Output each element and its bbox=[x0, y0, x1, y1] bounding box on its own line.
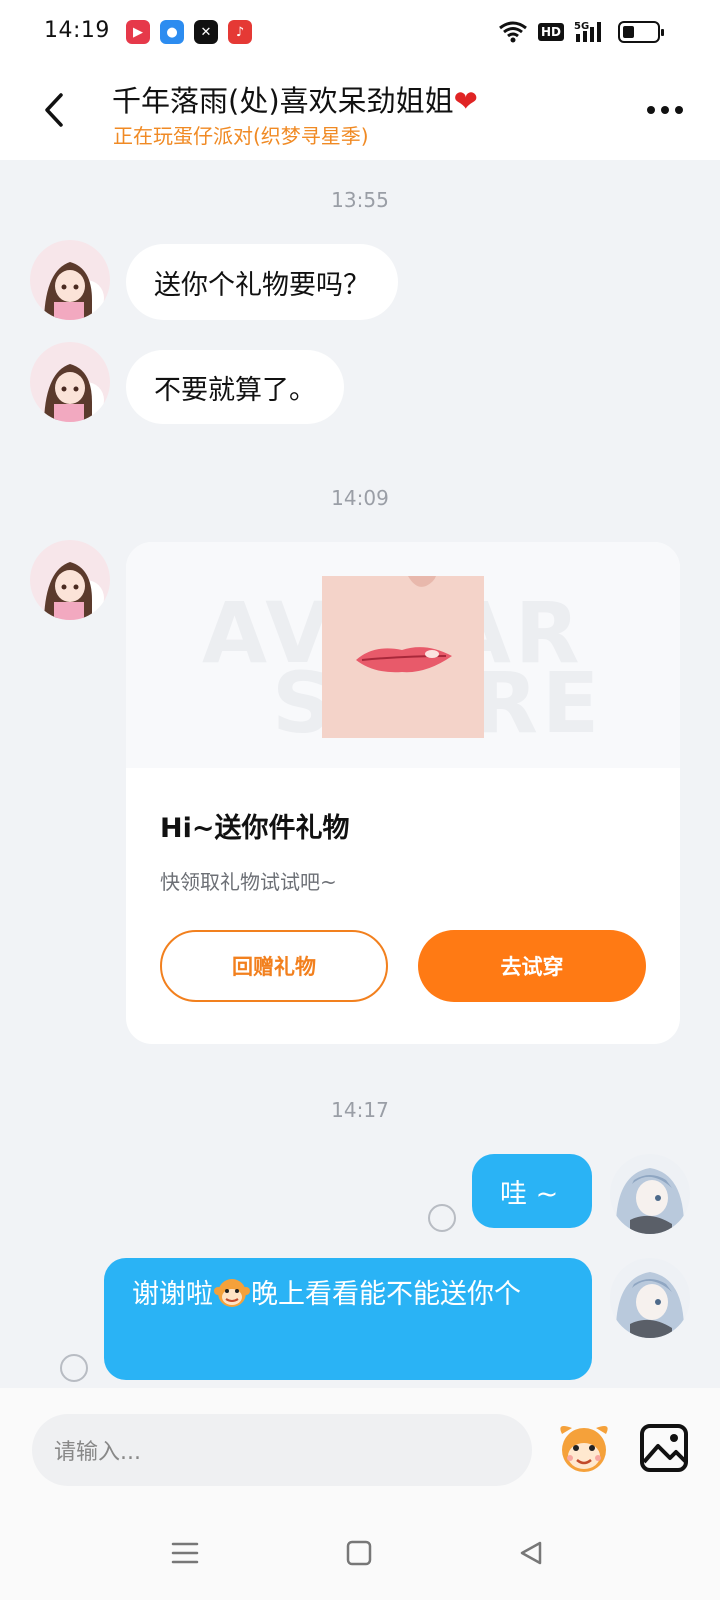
contact-avatar[interactable] bbox=[30, 240, 110, 320]
more-dot-icon bbox=[675, 106, 683, 114]
heart-icon: ❤ bbox=[453, 84, 478, 118]
avatar-anime-icon bbox=[610, 1154, 690, 1234]
browser-app-icon: ● bbox=[160, 20, 184, 44]
image-picker-button[interactable] bbox=[636, 1420, 692, 1476]
signal-icon: 5G bbox=[574, 21, 601, 42]
contact-avatar[interactable] bbox=[30, 342, 110, 422]
lip-item-image bbox=[322, 576, 484, 738]
contact-avatar[interactable] bbox=[30, 540, 110, 620]
outgoing-message[interactable]: 哇 ~ bbox=[472, 1154, 592, 1228]
avatar-girl-icon bbox=[30, 540, 110, 620]
contact-status: 正在玩蛋仔派对(织梦寻星季) bbox=[113, 124, 369, 148]
try-on-button[interactable]: 去试穿 bbox=[418, 930, 646, 1002]
contact-name-text: 千年落雨(处)喜欢呆劲姐姐 bbox=[112, 84, 454, 118]
return-gift-button[interactable]: 回赠礼物 bbox=[160, 930, 388, 1002]
video-app-icon: ▶ bbox=[126, 20, 150, 44]
message-timestamp: 14:09 bbox=[331, 486, 389, 510]
gift-preview[interactable]: AVATAR STORE bbox=[126, 542, 680, 768]
chevron-left-icon bbox=[45, 93, 63, 127]
my-avatar[interactable] bbox=[610, 1154, 690, 1234]
status-time: 14:19 bbox=[44, 18, 110, 43]
message-status-icon bbox=[60, 1354, 88, 1382]
gift-card[interactable]: AVATAR STORE Hi~送你件礼物 快领取礼物试试吧~ 回赠礼物 去试穿 bbox=[126, 542, 680, 1044]
status-bar: 14:19 ▶ ● ✕ ♪ HD 5G bbox=[0, 0, 720, 64]
menu-icon bbox=[171, 1542, 199, 1564]
outgoing-message[interactable]: 谢谢啦 晚上看看能不能送你个 bbox=[104, 1258, 592, 1380]
message-text: 谢谢啦 bbox=[132, 1279, 213, 1310]
system-nav-bar bbox=[0, 1506, 720, 1600]
monkey-emoji-icon bbox=[214, 1279, 250, 1307]
more-dot-icon bbox=[647, 106, 655, 114]
contact-name: 千年落雨(处)喜欢呆劲姐姐❤ bbox=[112, 78, 478, 120]
my-avatar[interactable] bbox=[610, 1258, 690, 1338]
status-indicators: HD 5G bbox=[498, 20, 664, 44]
incoming-message[interactable]: 不要就算了。 bbox=[126, 350, 344, 424]
battery-level bbox=[623, 26, 635, 38]
incoming-message[interactable]: 送你个礼物要吗？ bbox=[126, 244, 398, 320]
battery-icon bbox=[618, 21, 664, 43]
message-timestamp: 14:17 bbox=[331, 1098, 389, 1122]
music-app-icon: ♪ bbox=[228, 20, 252, 44]
emoji-button[interactable] bbox=[552, 1416, 616, 1480]
back-nav-button[interactable] bbox=[508, 1530, 554, 1576]
image-icon bbox=[640, 1424, 688, 1472]
more-dot-icon bbox=[661, 106, 669, 114]
wifi-icon bbox=[499, 21, 527, 43]
triangle-back-icon bbox=[520, 1541, 542, 1565]
chat-header: 千年落雨(处)喜欢呆劲姐姐❤ 正在玩蛋仔派对(织梦寻星季) bbox=[0, 64, 720, 160]
avatar-girl-icon bbox=[30, 342, 110, 422]
message-input[interactable]: 请输入... bbox=[32, 1414, 532, 1486]
network-label: 5G bbox=[574, 21, 589, 32]
notification-icons: ▶ ● ✕ ♪ bbox=[126, 20, 252, 44]
message-text: 晚上看看能不能送你个 bbox=[251, 1279, 521, 1310]
avatar-girl-icon bbox=[30, 240, 110, 320]
avatar-anime-icon bbox=[610, 1258, 690, 1338]
capcut-app-icon: ✕ bbox=[194, 20, 218, 44]
more-options-button[interactable] bbox=[640, 90, 690, 130]
message-status-icon bbox=[428, 1204, 456, 1232]
message-timestamp: 13:55 bbox=[331, 188, 389, 212]
back-button[interactable] bbox=[30, 86, 78, 134]
recent-apps-button[interactable] bbox=[162, 1530, 208, 1576]
lips-icon bbox=[356, 576, 452, 673]
composer-bar: 请输入... bbox=[0, 1388, 720, 1506]
hd-badge: HD bbox=[537, 23, 564, 41]
home-button[interactable] bbox=[336, 1530, 382, 1576]
gift-description: 快领取礼物试试吧~ bbox=[160, 870, 337, 894]
gift-title: Hi~送你件礼物 bbox=[160, 813, 350, 844]
square-icon bbox=[346, 1540, 372, 1566]
monkey-face-icon bbox=[560, 1426, 608, 1472]
